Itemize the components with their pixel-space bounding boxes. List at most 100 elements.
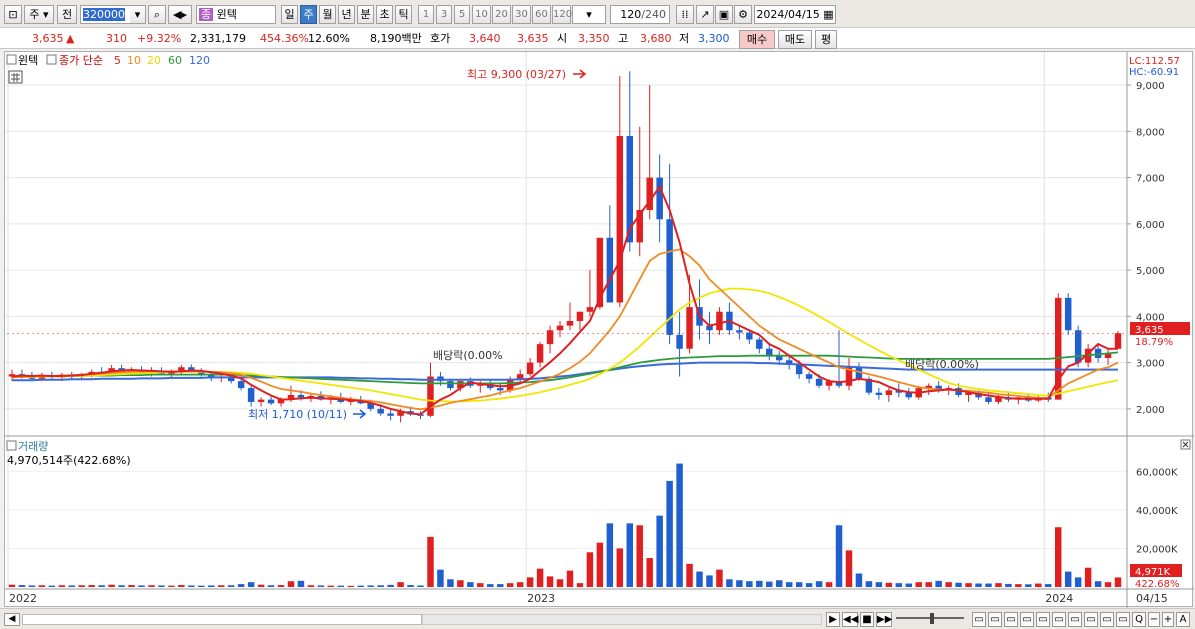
preset-button-30[interactable]: 30 bbox=[512, 5, 531, 24]
zoom-in-icon[interactable]: Q bbox=[1132, 612, 1146, 627]
volume-value: 2,331,179 bbox=[190, 32, 246, 45]
layout-icon-3[interactable]: ▭ bbox=[1004, 612, 1018, 627]
preset-button-20[interactable]: 20 bbox=[492, 5, 511, 24]
gear-icon[interactable]: ⚙ bbox=[734, 5, 752, 24]
volume-bar bbox=[845, 550, 853, 587]
interval-button-1[interactable]: 주 bbox=[300, 5, 317, 24]
volume-bar bbox=[327, 585, 335, 587]
preset-button-3[interactable]: 3 bbox=[436, 5, 452, 24]
volume-bar bbox=[696, 571, 703, 587]
line-tool-icon[interactable]: ↗ bbox=[696, 5, 714, 24]
volume-bar bbox=[98, 585, 105, 587]
first-page-icon[interactable]: ◀◀ bbox=[842, 612, 858, 627]
candle-body bbox=[795, 364, 803, 375]
interval-button-5[interactable]: 초 bbox=[376, 5, 393, 24]
link-icon[interactable]: ⁞⁞ bbox=[676, 5, 694, 24]
up-arrow-icon: ▲ bbox=[66, 32, 75, 45]
layout-icon-1[interactable]: ▭ bbox=[972, 612, 986, 627]
buy-button[interactable]: 매수 bbox=[739, 30, 775, 49]
preset-button-10[interactable]: 10 bbox=[472, 5, 491, 24]
volume-bar bbox=[168, 585, 175, 587]
next-page-icon[interactable]: ▶▶ bbox=[876, 612, 892, 627]
stock-name: 윈텍 bbox=[216, 8, 237, 21]
zoom-out-icon[interactable]: − bbox=[1148, 612, 1160, 627]
volume-bar bbox=[447, 579, 454, 587]
interval-button-2[interactable]: 월 bbox=[319, 5, 336, 24]
preset-button-1[interactable]: 1 bbox=[418, 5, 434, 24]
candle-body bbox=[576, 311, 584, 321]
layout-icon-7[interactable]: ▭ bbox=[1068, 612, 1082, 627]
interval-button-0[interactable]: 일 bbox=[281, 5, 298, 24]
layout-icon-8[interactable]: ▭ bbox=[1084, 612, 1098, 627]
legend-ma-10: 10 bbox=[127, 54, 141, 67]
table-icon[interactable] bbox=[8, 70, 23, 84]
eval-button[interactable]: 평 bbox=[815, 30, 837, 49]
layout-icon-5[interactable]: ▭ bbox=[1036, 612, 1050, 627]
stock-name-field[interactable]: 종 윈텍 bbox=[196, 5, 276, 24]
volume-toggle-icon[interactable] bbox=[6, 440, 17, 451]
scroll-thumb[interactable] bbox=[22, 614, 422, 625]
legend-toggle-icon[interactable] bbox=[6, 54, 17, 65]
layout-icon-9[interactable]: ▭ bbox=[1100, 612, 1114, 627]
stock-code-value: 320000 bbox=[83, 8, 125, 21]
chart-settings-icon[interactable]: ⊡ bbox=[4, 5, 22, 24]
search-icon[interactable]: ⌕ bbox=[148, 5, 166, 24]
volume-bar bbox=[1084, 567, 1092, 587]
interval-button-4[interactable]: 분 bbox=[357, 5, 374, 24]
interval-button-3[interactable]: 년 bbox=[338, 5, 355, 24]
scroll-track[interactable] bbox=[422, 614, 822, 625]
sell-button[interactable]: 매도 bbox=[778, 30, 812, 49]
legend-ma-20: 20 bbox=[147, 54, 161, 67]
preset-button-60[interactable]: 60 bbox=[532, 5, 551, 24]
volume-bar bbox=[387, 584, 394, 587]
price-change: 310 bbox=[106, 32, 127, 45]
legend-ma-toggle-icon[interactable] bbox=[46, 54, 57, 65]
zoom-slider-handle[interactable] bbox=[930, 613, 934, 624]
volume-tag-value: 4,971K bbox=[1135, 567, 1171, 578]
interval-button-6[interactable]: 틱 bbox=[395, 5, 412, 24]
candle-body bbox=[815, 378, 823, 386]
candle-body bbox=[616, 136, 624, 303]
stock-code-dropdown-icon[interactable]: ▾ bbox=[130, 5, 146, 24]
time-label: 2023 bbox=[527, 592, 555, 605]
plus-icon[interactable]: + bbox=[1162, 612, 1174, 627]
volume-tag-pct: 422.68% bbox=[1135, 579, 1180, 590]
layout-icon-4[interactable]: ▭ bbox=[1020, 612, 1034, 627]
layout-icon-10[interactable]: ▭ bbox=[1116, 612, 1130, 627]
speaker-icon[interactable]: ◀▸ bbox=[168, 5, 192, 24]
low-label: 저 bbox=[679, 32, 690, 45]
preset-dropdown[interactable]: ▾ bbox=[572, 5, 606, 24]
candle-body bbox=[297, 395, 305, 398]
calendar-icon[interactable]: ▦ bbox=[823, 8, 833, 21]
price-tick-label: 3,000 bbox=[1136, 359, 1165, 370]
scroll-left-icon[interactable]: ◀ bbox=[4, 613, 20, 626]
period-dropdown[interactable]: 주 ▾ bbox=[24, 5, 54, 24]
preset-button-5[interactable]: 5 bbox=[454, 5, 470, 24]
volume-bar bbox=[367, 585, 374, 587]
volume-bar bbox=[825, 582, 833, 587]
volume-bar bbox=[975, 583, 982, 587]
scroll-right-icon[interactable]: ▶ bbox=[826, 612, 840, 627]
volume-bar bbox=[138, 585, 145, 587]
dividend-note-1: 배당락(0.00% bbox=[433, 349, 503, 362]
prev-button[interactable]: 전 bbox=[57, 5, 77, 24]
candle-body bbox=[1074, 330, 1082, 363]
volume-bar bbox=[108, 584, 115, 587]
volume-bar bbox=[1064, 571, 1072, 587]
save-icon[interactable]: ▣ bbox=[715, 5, 733, 24]
stock-chart[interactable]: 9,000 8,000 7,000 6,000 5,000 4,000 3,000 2,000… bbox=[5, 52, 1194, 608]
candle-body bbox=[686, 307, 693, 349]
volume-bar bbox=[875, 582, 883, 587]
volume-bar bbox=[227, 585, 235, 587]
price-tag-pct: 18.79% bbox=[1135, 337, 1173, 348]
layout-icon-2[interactable]: ▭ bbox=[988, 612, 1002, 627]
chart-area[interactable]: 9,000 8,000 7,000 6,000 5,000 4,000 3,000 2,000… bbox=[4, 51, 1194, 608]
date-input[interactable]: 2024/04/15 ▦ bbox=[754, 5, 836, 24]
count-input[interactable]: 120/240 bbox=[610, 5, 670, 24]
open-price: 3,350 bbox=[578, 32, 610, 45]
preset-button-120[interactable]: 120 bbox=[552, 5, 572, 24]
stop-icon[interactable]: ■ bbox=[860, 612, 874, 627]
candle-body bbox=[905, 392, 913, 398]
layout-icon-6[interactable]: ▭ bbox=[1052, 612, 1066, 627]
font-size-icon[interactable]: A bbox=[1176, 612, 1190, 627]
